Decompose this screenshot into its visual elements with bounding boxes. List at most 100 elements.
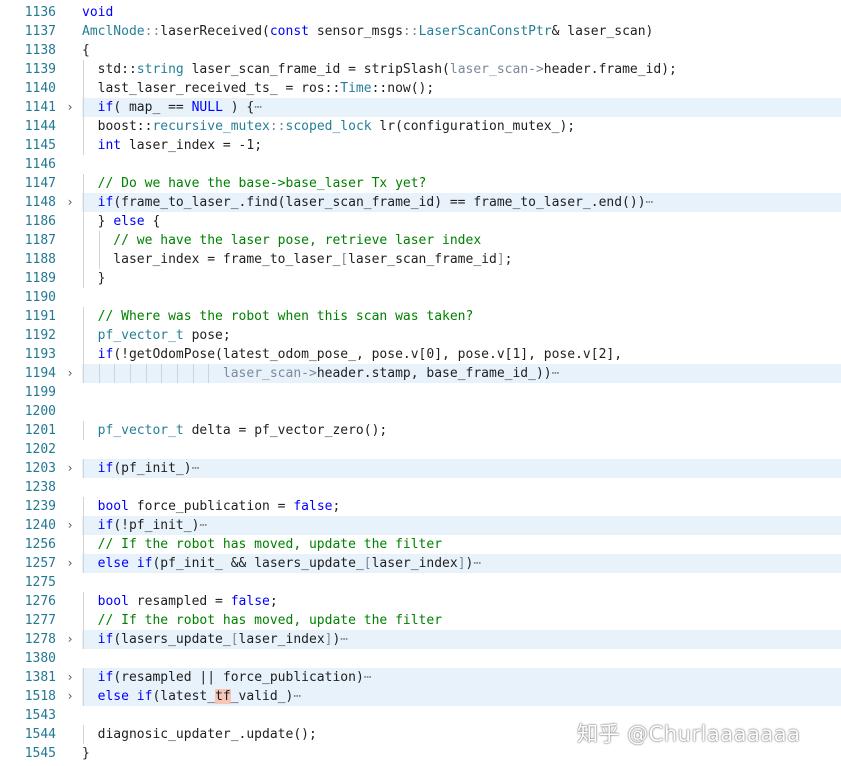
line-number: 1276 (24, 594, 56, 609)
fold-ellipsis-icon[interactable]: ⋯ (192, 461, 200, 476)
code-token: LaserScanConstPtr (418, 24, 552, 39)
code-line[interactable]: 1141 › if( map_ == NULL ) {⋯ (0, 98, 841, 117)
line-number: 1200 (24, 404, 56, 419)
chevron-right-icon[interactable]: › (64, 459, 76, 478)
code-line[interactable]: 1199 (0, 383, 841, 402)
code-line[interactable]: 1188 laser_index = frame_to_laser_[laser… (0, 250, 841, 269)
line-number: 1137 (24, 24, 56, 39)
code-token: :: (402, 24, 419, 39)
line-number: 1257 (24, 556, 56, 571)
code-token: (resampled || force_publication) (113, 670, 364, 685)
code-token: ; (504, 252, 513, 267)
code-line[interactable]: 1277 // If the robot has moved, update t… (0, 611, 841, 630)
code-text: pf_vector_t pose; (82, 326, 231, 345)
code-line[interactable]: 1275 (0, 573, 841, 592)
code-token: false (230, 594, 270, 609)
code-line[interactable]: 1146 (0, 155, 841, 174)
line-number: 1203 (24, 461, 56, 476)
fold-ellipsis-icon[interactable]: ⋯ (364, 670, 372, 685)
code-line[interactable]: 1186 } else { (0, 212, 841, 231)
code-line[interactable]: 1190 (0, 288, 841, 307)
code-token: ; (269, 594, 278, 609)
code-token: } (82, 214, 114, 229)
code-line[interactable]: 1137 AmclNode::laserReceived(const sensor… (0, 22, 841, 41)
code-line[interactable]: 1191 // Where was the robot when this sc… (0, 307, 841, 326)
code-text: diagnosic_updater_.update(); (82, 725, 317, 744)
code-text: laser_scan->header.stamp, base_frame_id_… (82, 364, 560, 383)
fold-ellipsis-icon[interactable]: ⋯ (473, 556, 481, 571)
code-line[interactable]: 1238 (0, 478, 841, 497)
code-line[interactable]: 1187 // we have the laser pose, retrieve… (0, 231, 841, 250)
chevron-right-icon[interactable]: › (64, 554, 76, 573)
fold-ellipsis-icon[interactable]: ⋯ (293, 689, 301, 704)
code-line[interactable]: 1380 (0, 649, 841, 668)
code-line[interactable]: 1192 pf_vector_t pose; (0, 326, 841, 345)
code-line[interactable]: 1381 › if(resampled || force_publication)… (0, 668, 841, 687)
code-line[interactable]: 1136 void (0, 3, 841, 22)
line-number: 1199 (24, 385, 56, 400)
code-token: void (82, 5, 114, 20)
code-text: void (82, 3, 113, 22)
fold-ellipsis-icon[interactable]: ⋯ (552, 366, 560, 381)
fold-ellipsis-icon[interactable]: ⋯ (254, 100, 262, 115)
code-line[interactable]: 1276 bool resampled = false; (0, 592, 841, 611)
code-line[interactable]: 1257 › else if(pf_init_ && lasers_update_… (0, 554, 841, 573)
fold-ellipsis-icon[interactable]: ⋯ (646, 195, 654, 210)
code-line[interactable]: 1203 › if(pf_init_)⋯ (0, 459, 841, 478)
code-text: boost::recursive_mutex::scoped_lock lr(c… (82, 117, 575, 136)
code-token: int (97, 138, 122, 153)
line-number: 1141 (24, 100, 56, 115)
line-number: 1144 (24, 119, 56, 134)
fold-highlight (82, 440, 841, 459)
code-editor[interactable]: 1136 void 1137 AmclNode::laserReceived(cons… (0, 0, 841, 766)
code-token: (latest_ (152, 689, 216, 704)
code-line[interactable]: 1239 bool force_publication = false; (0, 497, 841, 516)
code-token: // If the robot has moved, update the fi… (82, 613, 443, 628)
chevron-right-icon[interactable]: › (64, 630, 76, 649)
code-text: } (82, 744, 90, 763)
code-line[interactable]: 1240 › if(!pf_init_)⋯ (0, 516, 841, 535)
chevron-right-icon[interactable]: › (64, 516, 76, 535)
chevron-right-icon[interactable]: › (64, 668, 76, 687)
code-token: [ (363, 556, 372, 571)
code-text: if( map_ == NULL ) {⋯ (82, 98, 262, 117)
line-number: 1186 (24, 214, 56, 229)
code-token: bool (97, 499, 129, 514)
chevron-right-icon[interactable]: › (64, 193, 76, 212)
fold-ellipsis-icon[interactable]: ⋯ (199, 518, 207, 533)
code-line[interactable]: 1189 } (0, 269, 841, 288)
code-line[interactable]: 1200 (0, 402, 841, 421)
code-line[interactable]: 1201 pf_vector_t delta = pf_vector_zero(… (0, 421, 841, 440)
line-number: 1544 (24, 727, 56, 742)
code-line[interactable]: 1147 // Do we have the base->base_laser … (0, 174, 841, 193)
code-token: if (97, 670, 114, 685)
line-number: 1277 (24, 613, 56, 628)
code-line[interactable]: 1256 // If the robot has moved, update t… (0, 535, 841, 554)
code-line[interactable]: 1278 › if(lasers_update_[laser_index])⋯ (0, 630, 841, 649)
code-line[interactable]: 1194 › laser_scan->header.stamp, base_fra… (0, 364, 841, 383)
code-token: [ (340, 252, 349, 267)
chevron-right-icon[interactable]: › (64, 364, 76, 383)
fold-highlight (82, 478, 841, 497)
code-line[interactable]: 1193 if(!getOdomPose(latest_odom_pose_, … (0, 345, 841, 364)
code-line[interactable]: 1202 (0, 440, 841, 459)
code-token: laser_scan_frame_id (348, 252, 497, 267)
line-number: 1278 (24, 632, 56, 647)
code-token: laser_index = -1; (121, 138, 263, 153)
code-text: pf_vector_t delta = pf_vector_zero(); (82, 421, 388, 440)
fold-ellipsis-icon[interactable]: ⋯ (340, 632, 348, 647)
chevron-right-icon[interactable]: › (64, 98, 76, 117)
code-line[interactable]: 1140 last_laser_received_ts_ = ros::Time… (0, 79, 841, 98)
code-line[interactable]: 1145 int laser_index = -1; (0, 136, 841, 155)
code-line[interactable]: 1144 boost::recursive_mutex::scoped_lock… (0, 117, 841, 136)
code-line[interactable]: 1139 std::string laser_scan_frame_id = s… (0, 60, 841, 79)
code-line[interactable]: 1148 › if(frame_to_laser_.find(laser_scan… (0, 193, 841, 212)
code-line[interactable]: 1518 › else if(latest_tf_valid_)⋯ (0, 687, 841, 706)
code-token: laserReceived( (160, 24, 270, 39)
chevron-right-icon[interactable]: › (64, 687, 76, 706)
code-line[interactable]: 1138 { (0, 41, 841, 60)
code-token: AmclNode (82, 24, 145, 39)
fold-highlight (82, 288, 841, 307)
